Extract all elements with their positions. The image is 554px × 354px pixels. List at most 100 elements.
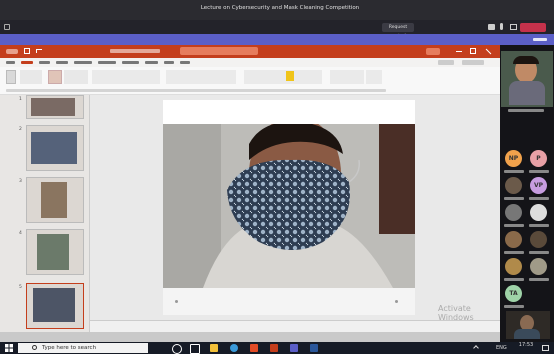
slide-thumbnail-5[interactable]	[26, 283, 84, 329]
participant-name	[529, 170, 549, 173]
participant-avatar[interactable]	[530, 258, 547, 275]
participant-name	[504, 305, 524, 308]
paragraph-group	[166, 70, 236, 84]
word-icon[interactable]	[310, 344, 318, 352]
slide-thumbnail-2[interactable]	[26, 125, 84, 171]
activate-windows-subtitle	[438, 315, 502, 323]
document-title	[110, 49, 160, 53]
cortana-icon[interactable]	[172, 344, 182, 354]
user-badge[interactable]	[426, 48, 440, 55]
tab-help[interactable]	[180, 61, 190, 64]
participant-avatar[interactable]: VP	[530, 177, 547, 194]
shapes-icon[interactable]	[286, 71, 294, 81]
autosave-toggle[interactable]	[6, 49, 18, 54]
powerpoint-icon[interactable]	[270, 344, 278, 352]
ribbon-tabs	[0, 58, 500, 67]
new-slide-button[interactable]	[48, 70, 62, 84]
slide-photo[interactable]	[163, 116, 415, 288]
tab-slide-show[interactable]	[122, 61, 139, 64]
participant-avatar[interactable]: NP	[505, 150, 522, 167]
search-icon	[32, 345, 37, 350]
slide-thumbnail-1[interactable]	[26, 95, 84, 119]
participant-name	[529, 224, 549, 227]
voice-group	[366, 70, 382, 84]
scroll-left-icon[interactable]	[175, 300, 178, 303]
edge-icon[interactable]	[250, 344, 258, 352]
stop-bar-icon	[533, 38, 547, 41]
participant-avatar[interactable]	[505, 177, 522, 194]
language-indicator[interactable]: ENG	[496, 345, 512, 352]
participant-name	[529, 197, 549, 200]
slide-thumbnails-pane[interactable]: 1 2 3 4 5	[0, 95, 90, 335]
slide-number: 2	[19, 127, 22, 132]
request-control-button[interactable]: Request control	[382, 23, 414, 39]
self-video[interactable]	[506, 311, 550, 339]
masked-man-photo	[163, 116, 415, 288]
share-banner	[0, 34, 554, 45]
close-icon[interactable]	[485, 48, 492, 55]
share-ppt-button[interactable]	[438, 60, 454, 65]
tab-transitions[interactable]	[74, 61, 92, 64]
share-banner-text	[178, 2, 368, 8]
font-group	[92, 70, 160, 84]
editing-group	[330, 70, 364, 84]
meeting-toolbar	[0, 20, 554, 34]
participant-avatar[interactable]	[530, 231, 547, 248]
slide-thumbnail-3[interactable]	[26, 177, 84, 223]
mic-icon[interactable]	[500, 23, 503, 30]
taskbar-search-placeholder: Type here to search	[42, 345, 97, 351]
tab-review[interactable]	[145, 61, 158, 64]
tab-design[interactable]	[56, 61, 68, 64]
slide-number: 1	[19, 97, 22, 102]
slide-number: 3	[19, 179, 22, 184]
participant-name	[529, 251, 549, 254]
slides-group	[64, 70, 88, 84]
minimize-icon[interactable]	[456, 51, 462, 52]
camera-icon[interactable]	[488, 24, 495, 30]
participant-avatar[interactable]	[505, 231, 522, 248]
windows-icon[interactable]	[5, 344, 13, 352]
participant-avatar[interactable]	[505, 258, 522, 275]
slide-number: 5	[19, 285, 22, 290]
slide-thumbnail-4[interactable]	[26, 229, 84, 275]
maximize-icon[interactable]	[470, 48, 476, 54]
participant-avatar[interactable]	[530, 204, 547, 221]
undo-icon[interactable]	[36, 49, 42, 53]
group-labels	[6, 89, 386, 92]
participants-panel[interactable]: NP P VP TA	[500, 45, 554, 342]
participant-name	[504, 170, 524, 173]
powerpoint-search-box[interactable]	[180, 47, 258, 55]
tab-file[interactable]	[6, 61, 15, 64]
participant-avatar[interactable]: TA	[505, 285, 522, 302]
tab-animations[interactable]	[98, 61, 116, 64]
presenter-video[interactable]	[501, 51, 553, 107]
teams-icon[interactable]	[290, 344, 298, 352]
share-icon[interactable]	[510, 24, 517, 30]
clipboard-group	[20, 70, 42, 84]
stop-sharing-button[interactable]	[530, 36, 550, 43]
tab-insert[interactable]	[39, 61, 50, 64]
paste-button[interactable]	[6, 70, 16, 84]
leave-button[interactable]	[520, 23, 546, 32]
participant-name	[504, 197, 524, 200]
participant-avatar[interactable]	[505, 204, 522, 221]
participant-name	[504, 278, 524, 281]
save-icon[interactable]	[24, 48, 30, 54]
participant-name	[504, 224, 524, 227]
comments-button[interactable]	[462, 60, 484, 65]
chrome-icon[interactable]	[230, 344, 238, 352]
back-icon[interactable]	[4, 24, 10, 30]
task-view-icon[interactable]	[190, 344, 200, 354]
ribbon	[0, 67, 500, 95]
file-explorer-icon[interactable]	[210, 344, 218, 352]
participant-avatar[interactable]: P	[530, 150, 547, 167]
tab-view[interactable]	[164, 61, 174, 64]
participant-name	[504, 251, 524, 254]
participant-name	[529, 278, 549, 281]
notification-icon[interactable]	[542, 345, 549, 351]
clock-date[interactable]	[514, 348, 538, 353]
slide-number: 4	[19, 231, 22, 236]
slide-bottom-band	[163, 288, 415, 315]
tab-home[interactable]	[21, 61, 33, 64]
scroll-right-icon[interactable]	[395, 300, 398, 303]
